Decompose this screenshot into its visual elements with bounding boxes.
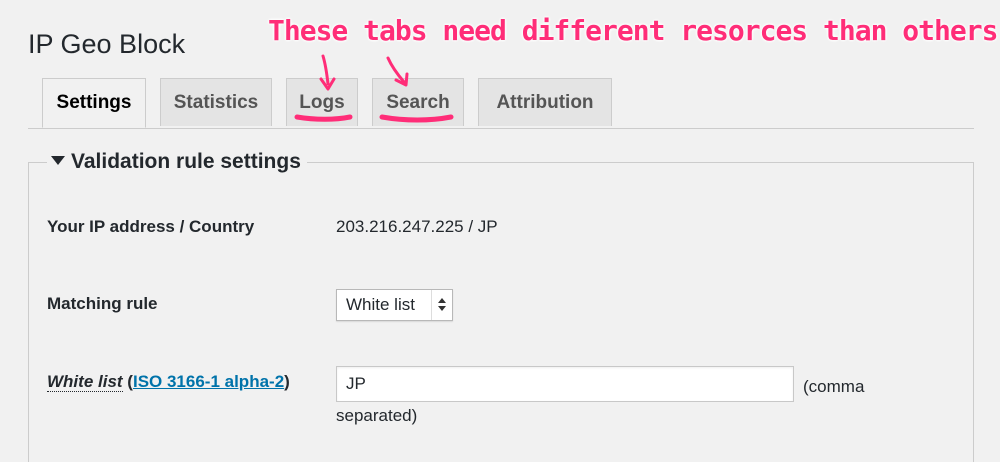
matching-rule-label: Matching rule (47, 294, 158, 313)
annotation-text: These tabs need different resorces than … (268, 14, 998, 47)
tab-settings[interactable]: Settings (42, 78, 146, 128)
tab-logs[interactable]: Logs (286, 78, 358, 126)
section-toggle[interactable]: Validation rule settings (47, 147, 307, 177)
white-list-input[interactable]: JP (336, 366, 794, 402)
comma-hint: (comma (803, 377, 865, 396)
tab-bar: Settings Statistics Logs Search Attribut… (28, 78, 974, 129)
select-arrows-icon (431, 290, 452, 320)
white-list-label: White list (ISO 3166-1 alpha-2) (47, 372, 290, 392)
ip-address-label: Your IP address / Country (47, 217, 255, 236)
separated-hint: separated) (336, 406, 418, 425)
ip-address-value: 203.216.247.225 / JP (336, 217, 498, 236)
tab-statistics[interactable]: Statistics (160, 78, 272, 126)
tab-attribution[interactable]: Attribution (478, 78, 612, 126)
paren-close: ) (284, 372, 290, 391)
triangle-down-icon (51, 156, 65, 165)
section-title: Validation rule settings (71, 150, 301, 173)
white-list-term: White list (47, 372, 123, 392)
validation-rule-panel: Validation rule settings (28, 147, 974, 462)
page-title: IP Geo Block (28, 29, 186, 59)
tab-search[interactable]: Search (372, 78, 464, 126)
matching-rule-selected: White list (346, 295, 415, 314)
matching-rule-select[interactable]: White list (336, 289, 453, 321)
iso-3166-link[interactable]: ISO 3166-1 alpha-2 (133, 372, 284, 391)
